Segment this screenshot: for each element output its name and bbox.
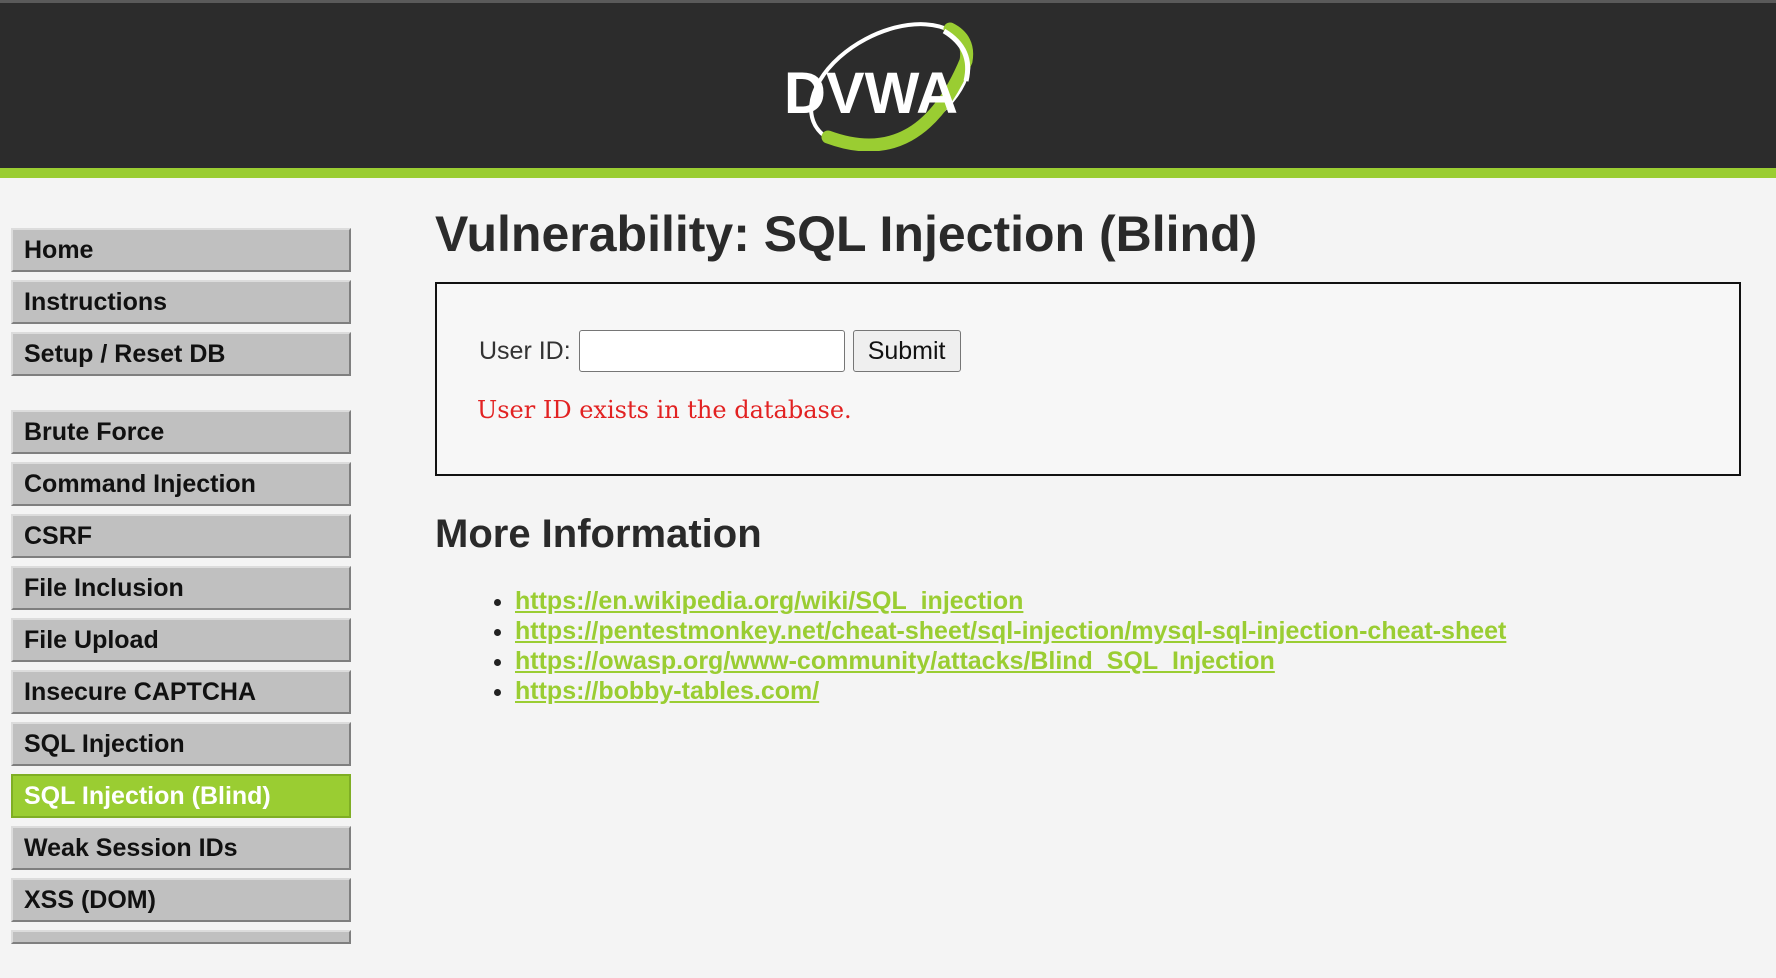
menu-item-csrf[interactable]: CSRF bbox=[11, 514, 351, 558]
menu-item-weak-session-ids[interactable]: Weak Session IDs bbox=[11, 826, 351, 870]
menu-item-file-upload[interactable]: File Upload bbox=[11, 618, 351, 662]
menu-item-setup-reset-db[interactable]: Setup / Reset DB bbox=[11, 332, 351, 376]
menu-item-insecure-captcha[interactable]: Insecure CAPTCHA bbox=[11, 670, 351, 714]
header-bar: DVWA bbox=[0, 0, 1776, 168]
user-id-form: User ID: Submit bbox=[479, 330, 961, 372]
logo-text: DVWA bbox=[784, 61, 958, 126]
list-item: https://pentestmonkey.net/cheat-sheet/sq… bbox=[515, 616, 1740, 646]
submit-button[interactable]: Submit bbox=[852, 330, 961, 372]
menu-item-xss-dom[interactable]: XSS (DOM) bbox=[11, 878, 351, 922]
link-pentestmonkey-cheat-sheet[interactable]: https://pentestmonkey.net/cheat-sheet/sq… bbox=[515, 617, 1506, 645]
link-wikipedia-sql-injection[interactable]: https://en.wikipedia.org/wiki/SQL_inject… bbox=[515, 587, 1023, 615]
result-message: User ID exists in the database. bbox=[477, 396, 852, 424]
menu-group-general: Home Instructions Setup / Reset DB bbox=[11, 228, 351, 376]
more-info-links: https://en.wikipedia.org/wiki/SQL_inject… bbox=[435, 586, 1740, 706]
user-id-input[interactable] bbox=[578, 330, 845, 372]
link-owasp-blind-sqli[interactable]: https://owasp.org/www-community/attacks/… bbox=[515, 647, 1275, 675]
menu-item-next-partial[interactable] bbox=[11, 930, 351, 944]
header-accent-stripe bbox=[0, 168, 1776, 178]
list-item: https://owasp.org/www-community/attacks/… bbox=[515, 646, 1740, 676]
menu-item-brute-force[interactable]: Brute Force bbox=[11, 410, 351, 454]
dvwa-logo[interactable]: DVWA bbox=[770, 21, 990, 151]
sqli-form-box: User ID: Submit User ID exists in the da… bbox=[435, 282, 1741, 476]
page-title: Vulnerability: SQL Injection (Blind) bbox=[435, 206, 1258, 262]
list-item: https://en.wikipedia.org/wiki/SQL_inject… bbox=[515, 586, 1740, 616]
menu-item-command-injection[interactable]: Command Injection bbox=[11, 462, 351, 506]
sidebar-menu: Home Instructions Setup / Reset DB Brute… bbox=[11, 228, 351, 978]
link-bobby-tables[interactable]: https://bobby-tables.com/ bbox=[515, 677, 819, 705]
more-information-heading: More Information bbox=[435, 512, 762, 556]
user-id-label: User ID: bbox=[479, 336, 571, 365]
main-content: Vulnerability: SQL Injection (Blind) Use… bbox=[435, 200, 1741, 706]
menu-item-home[interactable]: Home bbox=[11, 228, 351, 272]
menu-item-file-inclusion[interactable]: File Inclusion bbox=[11, 566, 351, 610]
list-item: https://bobby-tables.com/ bbox=[515, 676, 1740, 706]
menu-group-vulnerabilities: Brute Force Command Injection CSRF File … bbox=[11, 410, 351, 944]
menu-item-sql-injection-blind[interactable]: SQL Injection (Blind) bbox=[11, 774, 351, 818]
menu-item-instructions[interactable]: Instructions bbox=[11, 280, 351, 324]
menu-item-sql-injection[interactable]: SQL Injection bbox=[11, 722, 351, 766]
